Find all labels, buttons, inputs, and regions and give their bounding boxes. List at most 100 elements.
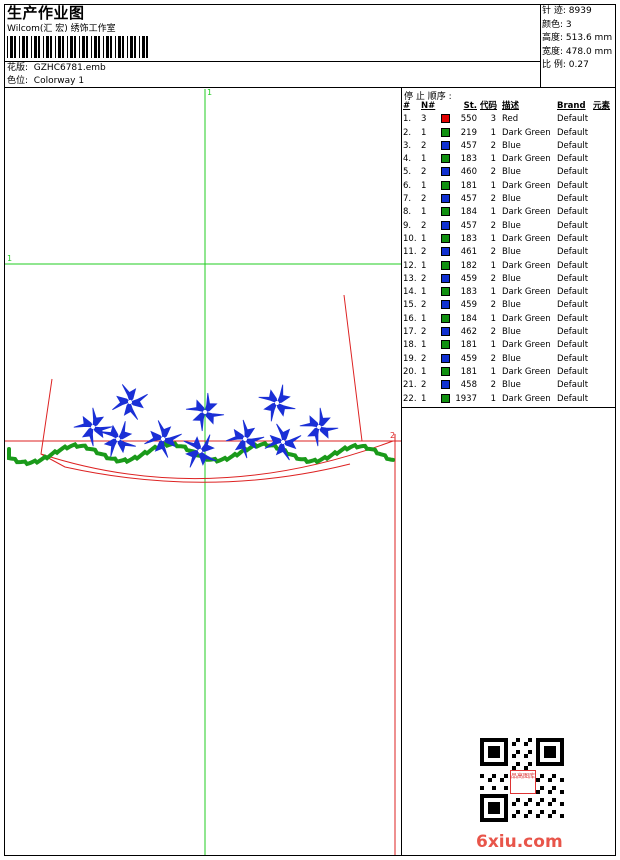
qr-module [480,774,484,778]
qr-module [480,754,484,758]
row-description: Blue [502,380,521,391]
row-needle: 2 [421,167,427,178]
qr-module [488,794,492,798]
row-index: 2. [403,127,412,138]
qr-module [488,818,492,822]
row-index: 18. [403,340,417,351]
row-brand: Default [557,127,589,138]
row-code: 2 [490,380,496,391]
table-row: 17. 2 462 2 Blue Default [403,326,615,339]
row-element [593,233,615,246]
row-code: 1 [490,207,496,218]
row-needle: 2 [421,273,427,284]
qr-module [548,778,552,782]
row-swatch [441,273,455,286]
qr-module [496,802,500,806]
row-swatch [441,153,455,166]
cut-outline [40,294,394,483]
row-needle: 1 [421,207,427,218]
qr-module [560,746,564,750]
barcode-bar [130,36,133,58]
qr-module [488,802,492,806]
qr-module [528,762,532,766]
col-header-swatch [441,100,455,113]
table-row: 12. 1 182 1 Dark Green Default [403,260,615,273]
row-description: Red [502,114,519,125]
row-stitches: 458 [460,380,477,391]
row-swatch [441,193,455,206]
qr-module [516,738,520,742]
row-needle: 2 [421,247,427,258]
row-swatch [441,260,455,273]
barcode-bar [139,36,140,58]
row-stitches: 457 [460,194,477,205]
row-description: Blue [502,273,521,284]
row-stitches: 184 [460,313,477,324]
row-swatch [441,353,455,366]
color-swatch [441,127,450,137]
row-code: 2 [490,353,496,364]
barcode-bar [103,36,104,58]
qr-module [492,750,496,754]
row-index: 14. [403,287,417,298]
color-swatch [441,194,450,204]
row-description: Blue [502,140,521,151]
qr-module [512,742,516,746]
qr-module [504,742,508,746]
qr-module [504,786,508,790]
row-code: 2 [490,327,496,338]
qr-module [484,738,488,742]
row-needle: 2 [421,380,427,391]
row-needle: 1 [421,127,427,138]
row-stitches: 183 [460,287,477,298]
barcode-bar [110,36,112,58]
qr-module [480,806,484,810]
file-value: GZHC6781.emb [33,63,106,73]
qr-module [488,806,492,810]
color-swatch [441,380,450,390]
qr-module [496,806,500,810]
table-row: 13. 2 459 2 Blue Default [403,273,615,286]
color-swatch [441,327,450,337]
qr-module [488,754,492,758]
color-swatch [441,233,450,243]
barcode-bar [67,36,68,58]
row-element [593,220,615,233]
marker-top: 1 [207,89,212,97]
stop-sequence-table: # N# St. 代码 描述 Brand 元素 1. 3 550 3 Red Defaul… [403,100,615,406]
qr-module [540,738,544,742]
row-stitches: 457 [460,140,477,151]
qr-module [480,758,484,762]
row-element [593,353,615,366]
legend-bottom-rule [401,407,616,408]
row-needle: 1 [421,313,427,324]
row-element [593,366,615,379]
barcode-bar [26,36,28,58]
qr-module [488,746,492,750]
row-swatch [441,379,455,392]
qr-module [528,798,532,802]
qr-module [492,806,496,810]
row-swatch [441,220,455,233]
qr-module [504,802,508,806]
qr-module [560,754,564,758]
qr-module [484,762,488,766]
barcode-bar [58,36,61,58]
row-stitches: 183 [460,233,477,244]
color-swatch [441,247,450,257]
qr-module [552,738,556,742]
qr-module [560,742,564,746]
qr-module [504,758,508,762]
row-brand: Default [557,167,589,178]
qr-module [516,750,520,754]
barcode-bar [34,36,37,58]
colorway-value: Colorway 1 [33,76,85,86]
row-code: 1 [490,154,496,165]
row-swatch [441,127,455,140]
qr-module [504,806,508,810]
qr-module [500,778,504,782]
qr-module [544,762,548,766]
table-row: 9. 2 457 2 Blue Default [403,220,615,233]
row-brand: Default [557,233,589,244]
qr-module [536,814,540,818]
